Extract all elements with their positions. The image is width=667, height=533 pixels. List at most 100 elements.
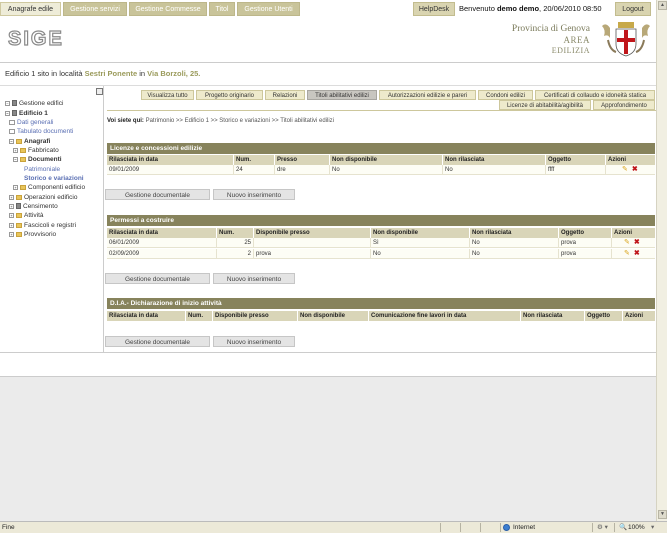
protected-mode-icon[interactable]: ⚙ ▾ [597,522,608,533]
edit-icon[interactable]: ✎ [624,249,630,259]
document-icon [9,119,15,125]
subtab-licenze-abitabilita[interactable]: Licenze di abitabilità/agibilità [499,100,591,110]
tree-item-edificio-1[interactable]: − Edificio 1 [5,110,48,117]
database-icon [12,100,17,107]
subtab-relazioni[interactable]: Relazioni [265,90,305,100]
folder-icon [16,212,22,218]
gestione-documentale-button[interactable]: Gestione documentale [105,336,210,347]
subtab-certificati-collaudo[interactable]: Certificati di collaudo e idoneità stati… [535,90,655,100]
expand-icon[interactable]: + [9,194,14,200]
tree-item-documenti[interactable]: − Documenti [13,156,62,163]
helpdesk-button[interactable]: HelpDesk [413,2,455,16]
tree-item-fascicoli-registri[interactable]: + Fascicoli e registri [9,222,76,229]
tab-anagrafe-edile[interactable]: Anagrafe edile [0,2,61,16]
breadcrumb: Voi siete qui: Patrimonio >> Edificio 1 … [107,118,334,124]
nuovo-inserimento-button[interactable]: Nuovo inserimento [213,336,295,347]
welcome-message: Benvenuto demo demo, 20/06/2010 08:50 [459,4,602,13]
folder-icon [16,222,22,228]
database-icon [16,203,21,210]
province-title: Provincia di Genova AREA EDILIZIA [511,24,590,55]
table-row: 06/01/2009 25 Sì No prova ✎ ✖ [107,238,655,248]
licenze-table-header: Rilasciata in data Num. Presso Non dispo… [107,155,655,165]
tree-item-gestione-edifici[interactable]: − Gestione edifici [5,100,63,107]
subtab-titoli-abilitativi[interactable]: Titoli abilitativi edilizi [307,90,377,100]
subtab-visualizza-tutto[interactable]: Visualizza tutto [141,90,194,100]
expand-icon[interactable]: + [9,222,14,228]
vertical-scrollbar[interactable]: ▲ ▼ [656,0,667,521]
table-row: 09/01/2009 24 dre No No ffff ✎ ✖ [107,165,655,175]
folder-open-icon [16,138,22,144]
zoom-icon[interactable]: 🔍 [619,522,627,533]
tree-item-componenti-edificio[interactable]: + Componenti edificio [13,184,85,191]
collapse-icon[interactable]: − [13,156,18,162]
table-row: 02/09/2009 2 prova No No prova ✎ ✖ [107,249,655,259]
status-text: Fine [2,524,15,531]
user-name: demo demo [496,4,540,13]
tree-item-attivita[interactable]: + Attività [9,212,44,219]
header-divider [0,62,667,63]
subtab-autorizzazioni[interactable]: Autorizzazioni edilizie e pareri [379,90,476,100]
collapse-icon[interactable]: − [5,100,10,106]
expand-icon[interactable]: + [9,231,14,237]
licenze-panel-title: Licenze e concessioni edilizie [107,143,655,154]
app-window: { "nav": { "tabs": ["Anagrafe edile","Ge… [0,0,667,533]
expand-icon[interactable]: + [9,203,14,209]
tree-item-fabbricato[interactable]: + Fabbricato [13,147,59,154]
permessi-table-header: Rilasciata in data Num. Disponibile pres… [107,228,655,238]
scroll-down-icon[interactable]: ▼ [658,510,667,519]
gestione-documentale-button[interactable]: Gestione documentale [105,189,210,200]
logout-button[interactable]: Logout [615,2,651,16]
security-zone: Internet [513,524,536,531]
nuovo-inserimento-button[interactable]: Nuovo inserimento [213,273,295,284]
globe-icon [503,524,510,531]
folder-icon [20,147,26,153]
zoom-dropdown-icon[interactable]: ▾ [651,522,654,533]
tab-titol[interactable]: Titol [209,2,235,16]
tree-item-patrimoniale[interactable]: Patrimoniale [24,166,60,173]
tree-item-anagrafi[interactable]: − Anagrafi [9,138,50,145]
scroll-up-icon[interactable]: ▲ [658,1,667,10]
delete-icon[interactable]: ✖ [632,165,638,175]
tree-item-storico-variazioni[interactable]: Storico e variazioni [24,175,84,182]
tree-item-tabulato-documenti[interactable]: Tabulato documenti [9,128,73,135]
svg-text:SIGE: SIGE [8,28,64,50]
tree-item-dati-generali[interactable]: Dati generali [9,119,54,126]
subtab-divider [107,110,657,111]
content-divider [0,352,667,353]
tab-gestione-utenti[interactable]: Gestione Utenti [237,2,300,16]
subtab-condoni[interactable]: Condoni edilizi [478,90,533,100]
tree-item-provvisorio[interactable]: + Provvisorio [9,231,56,238]
gestione-documentale-button[interactable]: Gestione documentale [105,273,210,284]
collapse-icon[interactable]: − [5,110,10,116]
location-line: Edificio 1 sito in località Sestri Ponen… [5,69,201,78]
sidebar-tree: − Gestione edifici − Edificio 1 Dati gener… [0,86,104,352]
expand-icon[interactable]: + [13,147,18,153]
dia-table-header: Rilasciata in data Num. Disponibile pres… [107,311,655,321]
expand-icon[interactable]: + [13,184,18,190]
subtab-progetto-originario[interactable]: Progetto originario [196,90,263,100]
collapse-icon[interactable]: − [9,138,14,144]
tree-item-censimento[interactable]: + Censimento [9,203,58,210]
folder-open-icon [20,156,26,162]
sige-logo: SIGE [6,26,86,50]
expand-icon[interactable]: + [9,212,14,218]
empty-page-area [0,377,667,521]
database-icon [12,110,17,117]
zoom-level[interactable]: 100% [628,522,645,533]
coat-of-arms-icon [602,22,650,57]
edit-icon[interactable]: ✎ [622,165,628,175]
subtab-approfondimento[interactable]: Approfondimento [593,100,655,110]
tree-options-icon[interactable] [96,88,103,95]
folder-icon [16,194,22,200]
delete-icon[interactable]: ✖ [634,249,640,259]
edit-icon[interactable]: ✎ [624,238,630,248]
tree-item-operazioni-edificio[interactable]: + Operazioni edificio [9,194,77,201]
document-icon [9,128,15,134]
delete-icon[interactable]: ✖ [634,238,640,248]
browser-status-bar: Fine Internet ⚙ ▾ 🔍 100% ▾ [0,521,667,533]
top-navigation: Anagrafe edile Gestione servizi Gestione… [0,2,667,17]
dia-panel-title: D.I.A.- Dichiarazione di inizio attività [107,298,655,309]
nuovo-inserimento-button[interactable]: Nuovo inserimento [213,189,295,200]
tab-gestione-servizi[interactable]: Gestione servizi [63,2,127,16]
tab-gestione-commesse[interactable]: Gestione Commesse [129,2,207,16]
